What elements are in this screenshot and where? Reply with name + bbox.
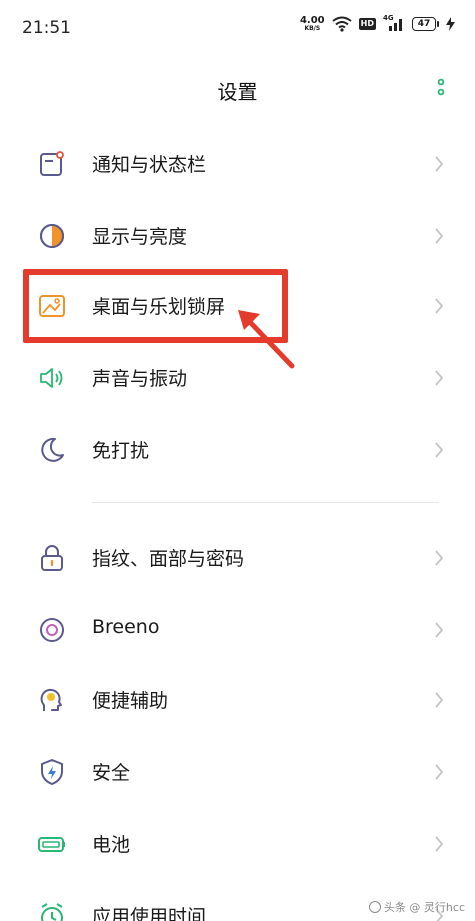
charging-icon xyxy=(446,17,455,31)
status-icons: 4.00 KB/S HD 4G 47 xyxy=(300,14,455,32)
app-time-icon xyxy=(41,903,63,921)
notification-icon xyxy=(40,151,64,176)
page-title: 设置 xyxy=(217,80,258,104)
network-speed: 4.00 KB/S xyxy=(300,16,325,32)
annotation-arrow-icon xyxy=(238,310,295,369)
assist-icon xyxy=(40,688,62,711)
chevron-right-icon xyxy=(435,550,444,566)
battery-level: 47 xyxy=(412,17,436,31)
shield-icon xyxy=(41,759,63,785)
settings-item-label: 通知与状态栏 xyxy=(92,154,207,176)
settings-item-label: 声音与振动 xyxy=(92,368,188,390)
settings-item-breeno[interactable]: Breeno xyxy=(0,594,475,664)
wifi-icon xyxy=(332,16,352,32)
settings-item-label: 指纹、面部与密码 xyxy=(92,548,245,570)
settings-item-label: 免打扰 xyxy=(92,440,150,462)
lock-icon xyxy=(41,545,63,571)
watermark-logo-icon xyxy=(368,901,381,913)
settings-item-security[interactable]: 安全 xyxy=(0,736,475,806)
moon-icon xyxy=(41,437,64,462)
status-time: 21:51 xyxy=(22,18,71,38)
watermark: 头条 @ 灵行hcc xyxy=(368,899,465,915)
battery-tip xyxy=(437,21,439,27)
battery-icon xyxy=(38,837,65,852)
chevron-right-icon xyxy=(435,692,444,708)
settings-item-label: 应用使用时间 xyxy=(92,906,207,921)
chevron-right-icon xyxy=(435,370,444,386)
speaker-icon xyxy=(40,368,63,388)
settings-item-convenient-assist[interactable]: 便捷辅助 xyxy=(0,664,475,734)
chevron-right-icon xyxy=(435,298,444,314)
breeno-icon xyxy=(40,618,64,642)
chevron-right-icon xyxy=(435,836,444,852)
settings-item-notifications[interactable]: 通知与状态栏 xyxy=(0,128,475,198)
settings-item-label: 便捷辅助 xyxy=(92,690,169,712)
chevron-right-icon xyxy=(435,156,444,172)
settings-item-do-not-disturb[interactable]: 免打扰 xyxy=(0,414,475,484)
settings-item-label: Breeno xyxy=(92,616,160,638)
watermark-text: 头条 @ 灵行hcc xyxy=(383,901,465,914)
brightness-icon xyxy=(40,224,64,248)
chevron-right-icon xyxy=(435,764,444,780)
title-bar: 设置 xyxy=(0,56,475,120)
status-bar: 21:51 4.00 KB/S HD 4G 47 xyxy=(0,0,475,56)
settings-item-fingerprint-face-password[interactable]: 指纹、面部与密码 xyxy=(0,522,475,592)
section-divider xyxy=(92,502,439,503)
settings-item-label: 显示与亮度 xyxy=(92,226,188,248)
battery-indicator: 47 xyxy=(412,17,439,31)
chevron-right-icon xyxy=(435,228,444,244)
chevron-right-icon xyxy=(435,442,444,458)
more-options-icon[interactable] xyxy=(435,76,447,100)
settings-item-battery[interactable]: 电池 xyxy=(0,808,475,878)
network-speed-unit: KB/S xyxy=(304,25,321,32)
settings-item-display[interactable]: 显示与亮度 xyxy=(0,200,475,270)
chevron-right-icon xyxy=(435,622,444,638)
signal-icon: 4G xyxy=(383,14,405,32)
hd-badge: HD xyxy=(358,18,376,30)
settings-item-label: 安全 xyxy=(92,762,131,784)
settings-item-label: 电池 xyxy=(92,834,131,856)
